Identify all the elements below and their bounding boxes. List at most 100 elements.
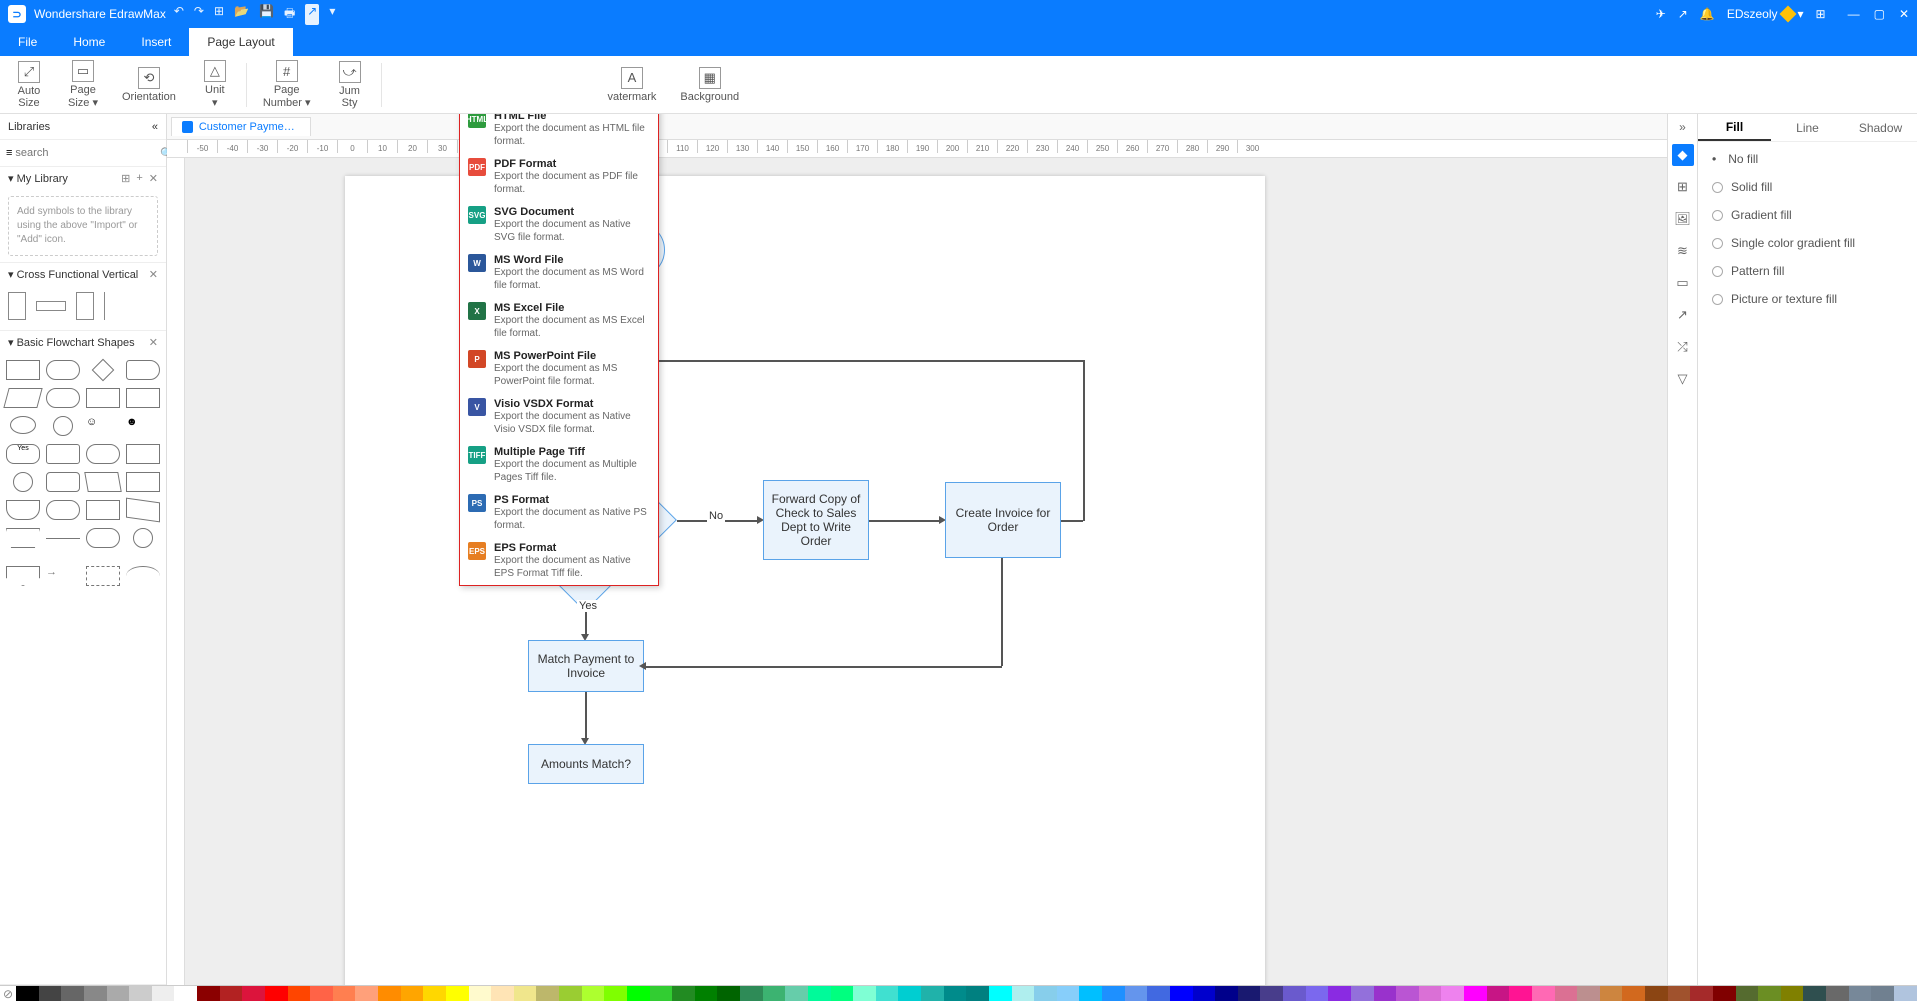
color-swatch[interactable] bbox=[1487, 986, 1510, 1001]
tab-line[interactable]: Line bbox=[1771, 114, 1844, 141]
color-swatch[interactable] bbox=[16, 986, 39, 1001]
rail-image-icon[interactable]: 🖼 bbox=[1672, 208, 1694, 230]
bell-icon[interactable]: 🔔 bbox=[1700, 7, 1715, 21]
color-swatch[interactable] bbox=[1125, 986, 1148, 1001]
shape-item[interactable] bbox=[126, 388, 160, 408]
shape-item[interactable] bbox=[84, 472, 122, 492]
shape-item[interactable] bbox=[8, 292, 26, 320]
color-swatch[interactable] bbox=[1374, 986, 1397, 1001]
collapse-icon[interactable]: « bbox=[152, 121, 158, 133]
color-swatch[interactable] bbox=[39, 986, 62, 1001]
color-swatch[interactable] bbox=[355, 986, 378, 1001]
color-swatch[interactable] bbox=[808, 986, 831, 1001]
option-picture[interactable]: Picture or texture fill bbox=[1712, 292, 1903, 306]
color-swatch[interactable] bbox=[288, 986, 311, 1001]
shape-arc[interactable] bbox=[126, 566, 160, 586]
color-swatch[interactable] bbox=[1419, 986, 1442, 1001]
color-swatch[interactable] bbox=[333, 986, 356, 1001]
color-swatch[interactable] bbox=[1781, 986, 1804, 1001]
undo-icon[interactable]: ↶ bbox=[174, 4, 184, 25]
color-swatch[interactable] bbox=[1894, 986, 1917, 1001]
import-icon[interactable]: ⊞ bbox=[121, 172, 130, 185]
shape-item[interactable] bbox=[46, 538, 80, 558]
color-swatch[interactable] bbox=[853, 986, 876, 1001]
color-swatch[interactable] bbox=[107, 986, 130, 1001]
shape-item[interactable]: ☻ bbox=[126, 416, 160, 436]
shape-process[interactable] bbox=[6, 360, 40, 380]
export-menu-item[interactable]: PSPS FormatExport the document as Native… bbox=[460, 489, 658, 537]
color-swatch[interactable] bbox=[944, 986, 967, 1001]
close-section-icon[interactable]: ✕ bbox=[149, 268, 158, 281]
color-swatch[interactable] bbox=[129, 986, 152, 1001]
color-swatch[interactable] bbox=[1645, 986, 1668, 1001]
minimize-button[interactable]: — bbox=[1848, 7, 1860, 21]
option-nofill[interactable]: •No fill bbox=[1712, 152, 1903, 166]
color-swatch[interactable] bbox=[695, 986, 718, 1001]
color-swatch[interactable] bbox=[1758, 986, 1781, 1001]
shape-item[interactable]: Yes bbox=[6, 444, 40, 464]
color-swatch[interactable] bbox=[898, 986, 921, 1001]
pagenumber-button[interactable]: #Page Number ▾ bbox=[255, 58, 319, 111]
color-swatch[interactable] bbox=[197, 986, 220, 1001]
color-swatch[interactable] bbox=[1034, 986, 1057, 1001]
shape-item[interactable]: ☺ bbox=[86, 416, 120, 436]
color-swatch[interactable] bbox=[310, 986, 333, 1001]
color-swatch[interactable] bbox=[242, 986, 265, 1001]
chevron-down-icon[interactable]: ▾ bbox=[8, 172, 14, 185]
shape-item[interactable] bbox=[36, 301, 66, 311]
color-swatch[interactable] bbox=[1441, 986, 1464, 1001]
tab-shadow[interactable]: Shadow bbox=[1844, 114, 1917, 141]
shape-item[interactable] bbox=[10, 416, 36, 434]
export-menu-item[interactable]: PMS PowerPoint FileExport the document a… bbox=[460, 345, 658, 393]
shape-item[interactable] bbox=[46, 472, 80, 492]
color-swatch[interactable] bbox=[84, 986, 107, 1001]
shape-terminator[interactable] bbox=[46, 360, 80, 380]
autosize-button[interactable]: ⤢Auto Size bbox=[6, 59, 52, 111]
jumpstyle-button[interactable]: ⤻Jum Sty bbox=[327, 59, 373, 111]
document-tab[interactable]: Customer Payment P... bbox=[171, 117, 311, 136]
shape-data[interactable] bbox=[3, 388, 42, 408]
color-swatch[interactable] bbox=[604, 986, 627, 1001]
color-swatch[interactable] bbox=[1871, 986, 1894, 1001]
shape-item[interactable] bbox=[46, 388, 80, 408]
color-swatch[interactable] bbox=[559, 986, 582, 1001]
menu-insert[interactable]: Insert bbox=[123, 28, 189, 56]
more-icon[interactable]: ▾ bbox=[329, 4, 335, 25]
color-swatch[interactable] bbox=[1464, 986, 1487, 1001]
color-swatch[interactable] bbox=[514, 986, 537, 1001]
node-amounts[interactable]: Amounts Match? bbox=[528, 744, 644, 784]
option-solid[interactable]: Solid fill bbox=[1712, 180, 1903, 194]
search-input[interactable] bbox=[12, 144, 160, 162]
color-swatch[interactable] bbox=[1283, 986, 1306, 1001]
color-swatch[interactable] bbox=[1079, 986, 1102, 1001]
close-button[interactable]: ✕ bbox=[1899, 7, 1909, 21]
color-swatch[interactable] bbox=[1555, 986, 1578, 1001]
shape-item[interactable] bbox=[133, 528, 153, 548]
apps-icon[interactable]: ⊞ bbox=[1816, 7, 1826, 21]
shape-item[interactable] bbox=[6, 528, 40, 548]
color-swatch[interactable] bbox=[1577, 986, 1600, 1001]
color-swatch[interactable] bbox=[582, 986, 605, 1001]
unit-button[interactable]: △Unit ▾ bbox=[192, 58, 238, 111]
color-swatch[interactable] bbox=[785, 986, 808, 1001]
expand-icon[interactable]: » bbox=[1679, 120, 1686, 134]
color-swatch[interactable] bbox=[1170, 986, 1193, 1001]
node-create[interactable]: Create Invoice for Order bbox=[945, 482, 1061, 558]
option-pattern[interactable]: Pattern fill bbox=[1712, 264, 1903, 278]
export-menu-item[interactable]: PDFPDF FormatExport the document as PDF … bbox=[460, 153, 658, 201]
shape-item[interactable] bbox=[126, 472, 160, 492]
color-swatch[interactable] bbox=[1057, 986, 1080, 1001]
color-swatch[interactable] bbox=[740, 986, 763, 1001]
color-swatch[interactable] bbox=[536, 986, 559, 1001]
color-swatch[interactable] bbox=[446, 986, 469, 1001]
no-color-icon[interactable]: ⊘ bbox=[0, 986, 16, 1001]
shape-item[interactable] bbox=[86, 566, 120, 586]
color-swatch[interactable] bbox=[1306, 986, 1329, 1001]
canvas[interactable]: Customer Payment Processing Receive Paym… bbox=[185, 158, 1667, 985]
shape-item[interactable] bbox=[76, 292, 94, 320]
send-icon[interactable]: ✈ bbox=[1656, 7, 1666, 21]
background-button[interactable]: ▦Background bbox=[672, 65, 747, 105]
color-swatch[interactable] bbox=[469, 986, 492, 1001]
export-icon[interactable]: ↗ bbox=[305, 4, 319, 25]
color-swatch[interactable] bbox=[876, 986, 899, 1001]
